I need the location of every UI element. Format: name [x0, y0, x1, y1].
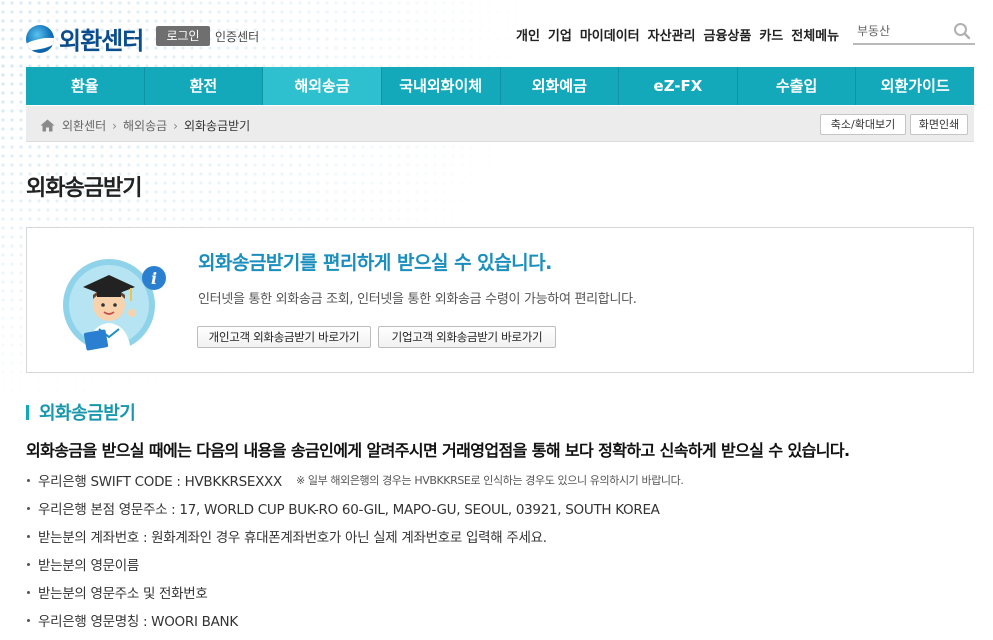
section-title-text: 외화송금받기 [39, 403, 136, 424]
business-remittance-button[interactable]: 기업고객 외화송금받기 바로가기 [378, 326, 556, 348]
logo-icon [26, 24, 54, 53]
info-headline: 외화송금받기를 편리하게 받으실 수 있습니다. [198, 252, 552, 274]
list-item-text: 우리은행 본점 영문주소 : 17, WORLD CUP BUK-RO 60-G… [38, 502, 660, 518]
bullet-icon [27, 534, 30, 538]
info-description: 인터넷을 통한 외화송금 조회, 인터넷을 통한 외화송금 수령이 가능하여 편… [198, 292, 637, 307]
main-nav-currency-exchange[interactable]: 환전 [145, 67, 264, 105]
list-item: 우리은행 본점 영문주소 : 17, WORLD CUP BUK-RO 60-G… [26, 494, 683, 522]
bullet-icon [27, 478, 30, 482]
breadcrumb-item-overseas-remittance[interactable]: 해외송금 [123, 117, 167, 134]
logo-text: 외환센터 [59, 27, 144, 55]
page-title: 외화송금받기 [26, 176, 142, 201]
bullet-icon [27, 618, 30, 622]
main-nav-domestic-transfer[interactable]: 국내외화이체 [382, 67, 501, 105]
top-nav-item-asset[interactable]: 자산관리 [648, 25, 696, 44]
breadcrumb-chevron-icon: › [173, 118, 178, 133]
list-item: 받는분의 영문주소 및 전화번호 [26, 578, 683, 606]
zoom-button[interactable]: 축소/확대보기 [820, 114, 906, 135]
top-nav-item-products[interactable]: 금융상품 [704, 25, 752, 44]
info-box: i 외화송금받기를 편리하게 받으실 수 있습니다. 인터넷을 통한 외화송금 … [26, 227, 974, 373]
top-nav-item-personal[interactable]: 개인 [516, 25, 540, 44]
search-input[interactable] [853, 19, 947, 41]
print-button[interactable]: 화면인쇄 [910, 114, 968, 135]
info-list: 우리은행 SWIFT CODE : HVBKKRSEXXX ※ 일부 해외은행의… [26, 466, 684, 634]
breadcrumb-chevron-icon: › [112, 118, 117, 133]
breadcrumb: 외환센터 › 해외송금 › 외화송금받기 [40, 117, 250, 134]
list-item: 우리은행 영문명칭 : WOORI BANK [26, 606, 683, 634]
search-icon[interactable] [953, 22, 971, 40]
top-nav-item-mydata[interactable]: 마이데이터 [580, 25, 640, 44]
home-icon[interactable] [40, 119, 55, 132]
list-item-text: 받는분의 계좌번호 : 원화계좌인 경우 휴대폰계좌번호가 아닌 실제 계좌번호… [38, 530, 547, 546]
list-item: 받는분의 계좌번호 : 원화계좌인 경우 휴대폰계좌번호가 아닌 실제 계좌번호… [26, 522, 683, 550]
top-nav-item-business[interactable]: 기업 [548, 25, 572, 44]
main-nav: 환율 환전 해외송금 국내외화이체 외화예금 eZ-FX 수출입 외환가이드 [26, 67, 974, 105]
breadcrumb-bar: 외환센터 › 해외송금 › 외화송금받기 축소/확대보기 화면인쇄 [26, 106, 974, 142]
section-lead: 외화송금을 받으실 때에는 다음의 내용을 송금인에게 알려주시면 거래영업점을… [26, 441, 850, 460]
breadcrumb-item-fx-center[interactable]: 외환센터 [62, 117, 106, 134]
list-item-text: 받는분의 영문주소 및 전화번호 [38, 586, 208, 602]
list-item-text: 받는분의 영문이름 [38, 558, 139, 574]
list-item-text: 우리은행 SWIFT CODE : HVBKKRSEXXX [38, 474, 282, 490]
top-nav-item-allmenu[interactable]: 전체메뉴 [791, 25, 839, 44]
personal-remittance-button[interactable]: 개인고객 외화송금받기 바로가기 [197, 326, 371, 348]
main-nav-trade[interactable]: 수출입 [738, 67, 857, 105]
bullet-icon [27, 506, 30, 510]
site-logo[interactable]: 외환센터 [26, 21, 144, 56]
bullet-icon [27, 590, 30, 594]
list-item-text: 우리은행 영문명칭 : WOORI BANK [38, 614, 238, 630]
top-nav: 개인 기업 마이데이터 자산관리 금융상품 카드 전체메뉴 [516, 25, 839, 44]
svg-text:i: i [151, 269, 157, 288]
bullet-icon [27, 562, 30, 566]
main-nav-overseas-remittance[interactable]: 해외송금 [263, 67, 382, 105]
list-item: 우리은행 SWIFT CODE : HVBKKRSEXXX ※ 일부 해외은행의… [26, 466, 684, 494]
top-nav-item-card[interactable]: 카드 [759, 25, 783, 44]
main-nav-ezfx[interactable]: eZ-FX [619, 67, 738, 105]
list-item-note: ※ 일부 해외은행의 경우는 HVBKKRSE로 인식하는 경우도 있으니 유의… [295, 474, 684, 487]
graduate-illustration: i [63, 259, 166, 353]
search-box [853, 19, 975, 45]
login-button[interactable]: 로그인 [156, 26, 210, 46]
list-item: 받는분의 영문이름 [26, 550, 683, 578]
main-nav-foreign-deposit[interactable]: 외화예금 [501, 67, 620, 105]
main-nav-exchange-rate[interactable]: 환율 [26, 67, 145, 105]
cert-center-link[interactable]: 인증센터 [215, 28, 259, 45]
main-nav-guide[interactable]: 외환가이드 [856, 67, 974, 105]
breadcrumb-item-current: 외화송금받기 [183, 119, 251, 133]
section-title-bar [26, 404, 29, 420]
section-title: 외화송금받기 [26, 399, 136, 425]
